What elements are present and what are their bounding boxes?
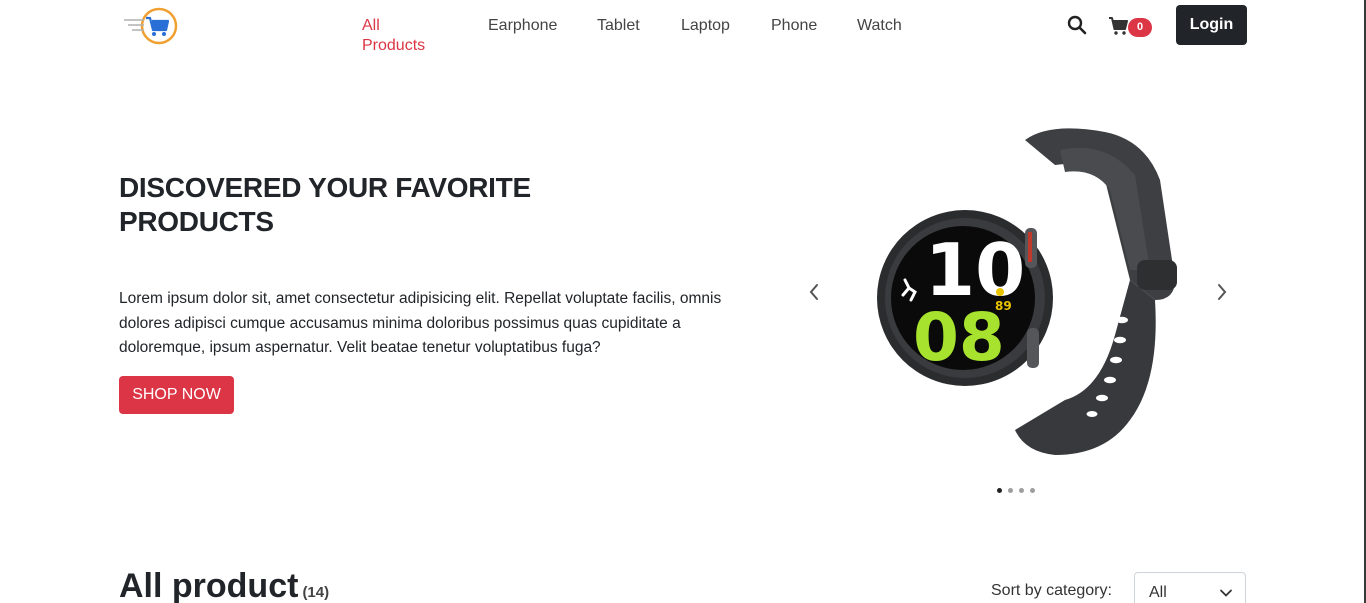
carousel-next-button[interactable] xyxy=(1212,280,1232,304)
hero-title: DISCOVERED YOUR FAVORITE PRODUCTS xyxy=(119,172,531,237)
carousel-dot[interactable] xyxy=(997,488,1002,493)
logo[interactable] xyxy=(122,6,180,46)
carousel-dot[interactable] xyxy=(1030,488,1035,493)
carousel-prev-button[interactable] xyxy=(804,280,824,304)
chevron-down-icon xyxy=(1220,589,1232,597)
nav-laptop[interactable]: Laptop xyxy=(681,16,730,36)
nav-phone[interactable]: Phone xyxy=(771,16,817,36)
sort-category-select[interactable]: All xyxy=(1134,572,1246,603)
products-heading: All product (14) xyxy=(119,566,329,603)
sort-by-label: Sort by category: xyxy=(991,582,1112,599)
hero-description: Lorem ipsum dolor sit, amet consectetur … xyxy=(119,290,722,356)
search-button[interactable] xyxy=(1066,14,1088,36)
products-count: (14) xyxy=(302,584,330,601)
cart-count-badge: 0 xyxy=(1128,18,1152,37)
smartwatch-image: 10 08 89 xyxy=(877,128,1177,455)
nav-tablet[interactable]: Tablet xyxy=(597,16,640,36)
product-carousel: 10 08 89 xyxy=(800,110,1240,505)
nav-watch[interactable]: Watch xyxy=(857,16,902,36)
nav-all-products[interactable]: All Products xyxy=(362,16,425,56)
carousel-dot[interactable] xyxy=(1019,488,1024,493)
carousel-indicators xyxy=(997,488,1035,493)
nav-earphone[interactable]: Earphone xyxy=(488,16,557,36)
cart-icon xyxy=(1109,17,1128,35)
cart-button[interactable]: 0 xyxy=(1108,13,1156,39)
watch-minutes: 08 xyxy=(913,299,1005,376)
login-button[interactable]: Login xyxy=(1176,5,1247,45)
chevron-right-icon xyxy=(1218,284,1227,300)
chevron-left-icon xyxy=(809,284,818,300)
search-icon xyxy=(1067,15,1087,35)
site-header: All Products Earphone Tablet Laptop Phon… xyxy=(0,0,1364,54)
products-title-text: All product xyxy=(119,567,299,603)
shopping-cart-logo-icon xyxy=(124,7,178,45)
watch-heart-rate: 89 xyxy=(995,299,1012,313)
shop-now-button[interactable]: SHOP NOW xyxy=(119,376,234,414)
carousel-dot[interactable] xyxy=(1008,488,1013,493)
sort-select-value: All xyxy=(1149,584,1167,601)
